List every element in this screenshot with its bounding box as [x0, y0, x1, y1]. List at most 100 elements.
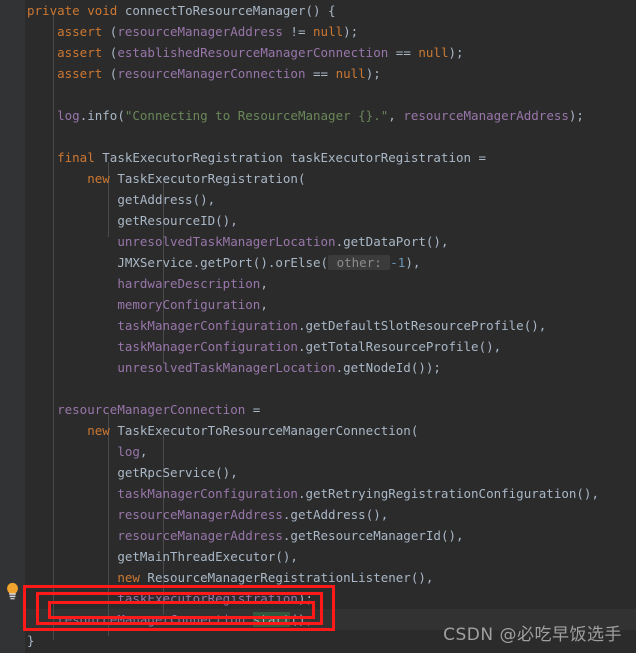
- code-line[interactable]: assert (establishedResourceManagerConnec…: [0, 42, 464, 63]
- code-token-plain: (),: [192, 192, 216, 207]
- code-line-text: taskManagerConfiguration.getRetryingRegi…: [0, 483, 599, 504]
- code-token-plain: .: [192, 255, 201, 270]
- code-line[interactable]: resourceManagerAddress.getResourceManage…: [0, 525, 464, 546]
- code-token-cls: TaskExecutorRegistration(: [117, 171, 306, 186]
- code-line-text: getRpcService(),: [0, 462, 237, 483]
- code-line-text: taskManagerConfiguration.getDefaultSlotR…: [0, 315, 546, 336]
- code-content[interactable]: private void connectToResourceManager() …: [0, 0, 636, 653]
- lightbulb-icon[interactable]: [4, 582, 21, 600]
- code-line[interactable]: private void connectToResourceManager() …: [0, 0, 336, 21]
- code-token-plain: (),: [365, 507, 389, 522]
- code-line-text: getMainThreadExecutor(),: [0, 546, 298, 567]
- code-line[interactable]: unresolvedTaskManagerLocation.getDataPor…: [0, 231, 448, 252]
- code-line-text: assert (establishedResourceManagerConnec…: [0, 42, 464, 63]
- code-line[interactable]: new TaskExecutorRegistration(: [0, 168, 305, 189]
- code-line[interactable]: taskManagerConfiguration.getRetryingRegi…: [0, 483, 599, 504]
- code-token-str: "Connecting to ResourceManager {}.": [124, 108, 389, 123]
- code-token-kw: null: [335, 66, 366, 81]
- code-line[interactable]: taskManagerConfiguration.getTotalResourc…: [0, 336, 501, 357]
- code-token-mth: getDefaultSlotResourceProfile: [305, 318, 524, 333]
- code-token-plain: ==: [388, 45, 419, 60]
- code-line-text: getResourceID(),: [0, 210, 238, 231]
- code-token-kw: new: [87, 171, 118, 186]
- code-token-fld: resourceManagerConnection: [117, 66, 306, 81]
- code-line-text: resourceManagerAddress.getResourceManage…: [0, 525, 464, 546]
- code-token-plain: .: [335, 360, 344, 375]
- code-line[interactable]: assert (resourceManagerAddress != null);: [0, 21, 358, 42]
- code-token-plain: TaskExecutorRegistration taskExecutorReg…: [102, 150, 487, 165]
- code-token-kw: null: [313, 24, 344, 39]
- code-token-plain: ),: [405, 255, 421, 270]
- code-token-plain: );: [568, 108, 584, 123]
- code-line[interactable]: getMainThreadExecutor(),: [0, 546, 298, 567]
- code-line-text: memoryConfiguration,: [0, 294, 268, 315]
- code-token-plain: (),: [440, 528, 464, 543]
- code-token-plain: }: [27, 633, 35, 648]
- code-line[interactable]: log,: [0, 441, 147, 462]
- code-token-plain: (: [117, 108, 125, 123]
- code-line-text: new TaskExecutorToResourceManagerConnect…: [0, 420, 418, 441]
- code-line[interactable]: assert (resourceManagerConnection == nul…: [0, 63, 381, 84]
- code-token-plain: (),: [215, 213, 238, 228]
- code-token-fld: resourceManagerAddress: [117, 528, 283, 543]
- code-token-mth: getAddress: [117, 192, 193, 207]
- code-token-fld: unresolvedTaskManagerLocation: [117, 360, 336, 375]
- code-line-text: getAddress(),: [0, 189, 215, 210]
- code-token-plain: );: [448, 45, 464, 60]
- code-token-mth: getRetryingRegistrationConfiguration: [305, 486, 577, 501]
- code-line[interactable]: resourceManagerAddress.getAddress(),: [0, 504, 388, 525]
- code-token-fld: unresolvedTaskManagerLocation: [117, 234, 336, 249]
- code-token-cls: JMXService: [117, 255, 193, 270]
- code-token-plain: ());: [410, 360, 441, 375]
- code-token-mth: getDataPort: [343, 234, 426, 249]
- code-token-plain: ,: [260, 276, 268, 291]
- code-line-text: hardwareDescription,: [0, 273, 268, 294]
- code-token-plain: (),: [478, 339, 502, 354]
- code-line[interactable]: JMXService.getPort().orElse( other: -1),: [0, 252, 420, 273]
- code-token-fld: taskManagerConfiguration: [117, 486, 298, 501]
- code-token-plain: ,: [260, 297, 268, 312]
- code-token-kw: new: [87, 423, 118, 438]
- code-line[interactable]: [0, 84, 57, 105]
- code-token-mth: getMainThreadExecutor: [117, 549, 276, 564]
- code-token-plain: (),: [425, 234, 449, 249]
- code-token-cls: TaskExecutorToResourceManagerConnection(: [117, 423, 419, 438]
- code-token-fld: resourceManagerAddress: [117, 24, 283, 39]
- code-token-fld: hardwareDescription: [117, 276, 261, 291]
- code-line[interactable]: memoryConfiguration,: [0, 294, 268, 315]
- code-token-mth: getResourceID: [117, 213, 216, 228]
- csdn-watermark: CSDN @必吃早饭选手: [443, 625, 622, 645]
- code-token-plain: (),: [576, 486, 599, 501]
- code-token-hint: other:: [328, 255, 391, 270]
- code-line[interactable]: getResourceID(),: [0, 210, 238, 231]
- code-token-mth: getRpcService: [117, 465, 216, 480]
- code-line-text: private void connectToResourceManager() …: [0, 0, 336, 21]
- code-line-text: new TaskExecutorRegistration(: [0, 168, 305, 189]
- code-line[interactable]: final TaskExecutorRegistration taskExecu…: [0, 147, 486, 168]
- code-token-mth: getResourceManagerId: [290, 528, 441, 543]
- code-line[interactable]: resourceManagerConnection =: [0, 399, 260, 420]
- code-line-text: taskManagerConfiguration.getTotalResourc…: [0, 336, 501, 357]
- code-line-text: }: [0, 630, 35, 651]
- code-line[interactable]: getAddress(),: [0, 189, 215, 210]
- code-line[interactable]: taskManagerConfiguration.getDefaultSlotR…: [0, 315, 546, 336]
- code-line[interactable]: new TaskExecutorToResourceManagerConnect…: [0, 420, 418, 441]
- code-line[interactable]: getRpcService(),: [0, 462, 237, 483]
- code-token-mth: info: [87, 108, 118, 123]
- code-line[interactable]: [0, 378, 57, 399]
- code-token-fld: memoryConfiguration: [117, 297, 261, 312]
- code-token-kw: assert: [57, 45, 110, 60]
- code-token-plain: ().: [252, 255, 276, 270]
- code-line-text: assert (resourceManagerAddress != null);: [0, 21, 358, 42]
- code-line[interactable]: hardwareDescription,: [0, 273, 268, 294]
- code-token-plain: ==: [305, 66, 336, 81]
- code-token-fld: log: [57, 108, 80, 123]
- annotation-box-inner: [48, 601, 315, 619]
- code-token-plain: (),: [275, 549, 298, 564]
- code-line[interactable]: }: [0, 630, 35, 651]
- code-line[interactable]: [0, 126, 57, 147]
- code-line[interactable]: unresolvedTaskManagerLocation.getNodeId(…: [0, 357, 441, 378]
- code-line[interactable]: log.info("Connecting to ResourceManager …: [0, 105, 584, 126]
- code-token-mth: getNodeId: [343, 360, 411, 375]
